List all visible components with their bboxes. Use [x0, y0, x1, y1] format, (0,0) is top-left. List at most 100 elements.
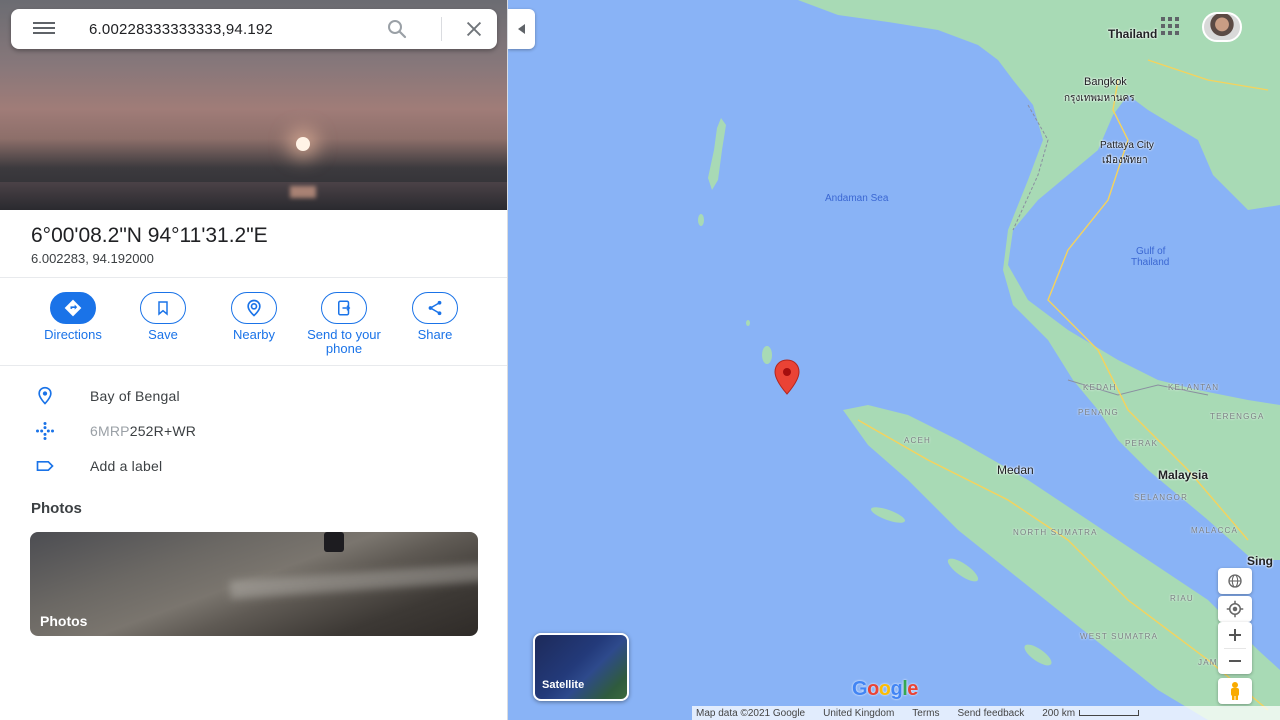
save-label: Save: [148, 327, 178, 342]
minus-icon: [1229, 660, 1241, 662]
region-link[interactable]: United Kingdom: [823, 708, 894, 719]
map-label-andaman-sea: Andaman Sea: [825, 193, 889, 204]
divider: [0, 277, 507, 278]
google-logo-letter: e: [907, 678, 918, 700]
map-label-terengganu: TERENGGA: [1210, 412, 1265, 421]
bookmark-icon: [140, 292, 186, 324]
map-label-pattaya-thai: เมืองพัทยา: [1102, 155, 1148, 166]
send-feedback-link[interactable]: Send feedback: [958, 708, 1025, 719]
google-logo-letter: o: [878, 678, 891, 700]
place-coordinates: 6.002283, 94.192000: [31, 251, 154, 266]
google-logo: Google: [852, 678, 918, 701]
globe-view-button[interactable]: [1218, 568, 1252, 594]
close-icon[interactable]: [463, 18, 485, 40]
plus-code-icon: [36, 422, 54, 440]
sun-graphic: [296, 137, 310, 151]
location-pin-icon: [38, 386, 52, 405]
map-data-attribution: Map data ©2021 Google: [696, 707, 806, 719]
my-location-button[interactable]: [1218, 596, 1252, 622]
pegman-icon: [1231, 682, 1239, 700]
plus-code-prefix: 6MRP: [90, 423, 130, 439]
apps-grid-icon[interactable]: [1160, 16, 1180, 36]
map-label-jambi: JAM: [1198, 658, 1218, 667]
photos-card[interactable]: Photos: [30, 532, 478, 636]
horizon-graphic: [0, 182, 507, 210]
map-label-gulf-line1: Gulf of: [1136, 246, 1166, 257]
terms-link[interactable]: Terms: [912, 708, 939, 719]
map-label-penang: PENANG: [1078, 408, 1119, 417]
scale-line: [1079, 709, 1140, 716]
nearby-label: Nearby: [233, 327, 275, 342]
zoom-in-button[interactable]: [1218, 622, 1252, 648]
share-button[interactable]: Share: [390, 292, 480, 342]
map-footer: Map data ©2021 Google United Kingdom Ter…: [692, 706, 1280, 720]
search-input[interactable]: [89, 17, 379, 41]
hamburger-menu-icon[interactable]: [33, 22, 57, 36]
directions-label: Directions: [44, 327, 102, 342]
map-label-west-sumatra: WEST SUMATRA: [1080, 632, 1159, 641]
location-marker-icon[interactable]: [770, 359, 804, 395]
place-panel: 6°00'08.2"N 94°11'31.2"E 6.002283, 94.19…: [0, 0, 508, 720]
globe-icon: [1228, 574, 1242, 588]
scale-label: 200 km: [1042, 707, 1076, 719]
send-to-phone-button[interactable]: Send to your phone: [299, 292, 389, 356]
send-to-phone-label: Send to your phone: [307, 327, 381, 356]
directions-button[interactable]: Directions: [28, 292, 118, 342]
location-row[interactable]: Bay of Bengal: [0, 380, 507, 412]
map-label-selangor: SELANGOR: [1134, 493, 1189, 502]
divider: [0, 365, 507, 366]
zoom-controls: [1218, 622, 1252, 674]
map-label-malaysia: Malaysia: [1158, 468, 1209, 482]
location-text: Bay of Bengal: [90, 388, 180, 404]
map-label-malacca: MALACCA: [1191, 526, 1239, 535]
map-label-kelantan: KELANTAN: [1168, 383, 1220, 392]
share-icon: [412, 292, 458, 324]
map-label-singapore: Sing: [1247, 554, 1273, 568]
map-landmass: [698, 0, 1280, 720]
satellite-toggle-button[interactable]: Satellite: [533, 633, 629, 701]
zoom-out-button[interactable]: [1218, 648, 1252, 674]
collapse-arrow-icon: [517, 24, 525, 34]
map-label-perak: PERAK: [1125, 439, 1159, 448]
account-avatar[interactable]: [1202, 12, 1242, 42]
collapse-panel-button[interactable]: [508, 9, 535, 49]
map-label-riau: RIAU: [1170, 594, 1194, 603]
map-label-thailand: Thailand: [1108, 27, 1158, 41]
google-logo-letter: o: [867, 678, 879, 700]
scale-bar[interactable]: 200 km: [1042, 707, 1140, 719]
send-to-phone-icon: [321, 292, 367, 324]
google-logo-letter: g: [890, 678, 903, 700]
search-icon[interactable]: [385, 17, 409, 41]
save-button[interactable]: Save: [118, 292, 208, 342]
google-logo-letter: G: [852, 678, 868, 700]
plus-icon: [1229, 629, 1241, 641]
search-divider: [441, 17, 442, 41]
photo-wave-graphic: [229, 562, 478, 600]
map-label-aceh: ACEH: [904, 436, 932, 445]
photo-person-graphic: [324, 532, 344, 552]
share-label: Share: [417, 327, 453, 342]
search-box: [11, 9, 497, 49]
add-label-row[interactable]: Add a label: [0, 450, 507, 482]
satellite-label: Satellite: [542, 679, 585, 691]
photos-card-label: Photos: [40, 613, 88, 629]
map-label-gulf-line2: Thailand: [1131, 257, 1170, 268]
map-canvas[interactable]: Thailand Bangkok กรุงเทพมหานคร Pattaya C…: [508, 0, 1280, 720]
map-label-north-sumatra: NORTH SUMATRA: [1013, 528, 1098, 537]
nearby-button[interactable]: Nearby: [209, 292, 299, 342]
map-label-kedah: KEDAH: [1083, 383, 1117, 392]
map-label-pattaya: Pattaya City: [1100, 140, 1154, 151]
sun-reflection-graphic: [290, 186, 316, 198]
label-icon: [36, 461, 54, 471]
nearby-icon: [231, 292, 277, 324]
add-label-text: Add a label: [90, 458, 163, 474]
map-label-bangkok-thai: กรุงเทพมหานคร: [1064, 93, 1135, 104]
photos-heading: Photos: [31, 500, 82, 517]
directions-icon: [50, 292, 96, 324]
street-view-pegman-button[interactable]: [1218, 678, 1252, 704]
map-label-bangkok: Bangkok: [1084, 76, 1127, 88]
place-title: 6°00'08.2"N 94°11'31.2"E: [31, 224, 268, 247]
plus-code-text: 6MRP252R+WR: [90, 423, 196, 439]
my-location-icon: [1226, 600, 1244, 618]
plus-code-row[interactable]: 6MRP252R+WR: [0, 415, 507, 447]
